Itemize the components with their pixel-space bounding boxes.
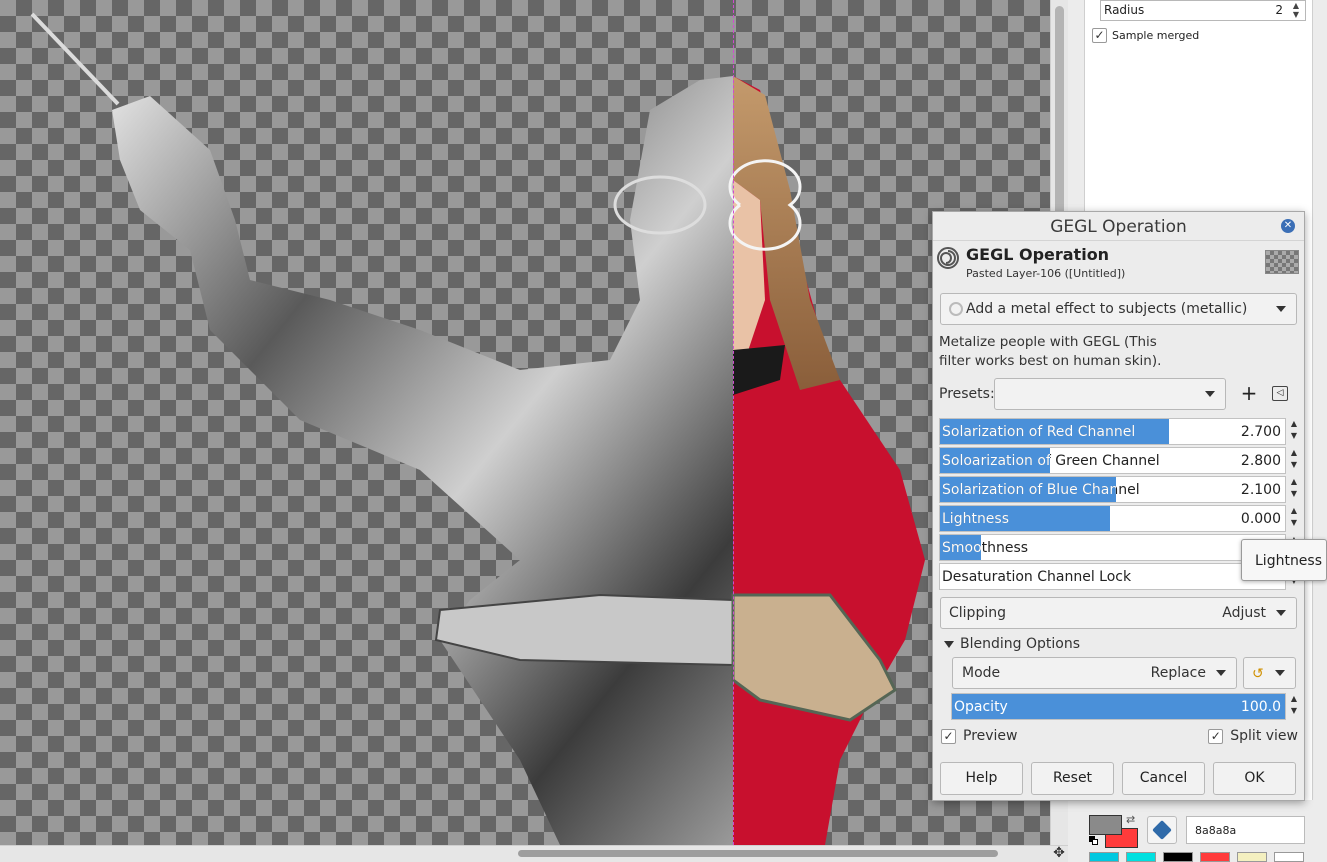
palette-swatch[interactable] — [1237, 852, 1267, 862]
checkbox-checked-icon[interactable]: ✓ — [1208, 728, 1224, 744]
subject-artwork — [30, 12, 925, 845]
mode-label: Mode — [962, 665, 1001, 681]
blend-mode-dropdown[interactable]: Mode Replace — [952, 657, 1237, 689]
filter-selector-dropdown[interactable]: Add a metal effect to subjects (metallic… — [940, 293, 1297, 325]
slider-label-highlight: Smoothness — [942, 540, 982, 556]
menu-icon[interactable]: ◁ — [1272, 386, 1288, 401]
opacity-value[interactable]: 100.0 — [1241, 699, 1281, 715]
color-picker-button[interactable] — [1147, 816, 1177, 844]
color-picker-icon — [1152, 820, 1172, 840]
slider-green-solarization[interactable]: Soloarization of Green Channel Soloariza… — [939, 447, 1286, 474]
chevron-down-icon — [1276, 610, 1286, 616]
filter-name: Add a metal effect to subjects (metallic… — [966, 301, 1248, 317]
blending-options-label: Blending Options — [960, 636, 1080, 652]
slider-desaturation-lock[interactable]: Desaturation Channel Lock Desaturation C… — [939, 563, 1286, 590]
radius-spinbox[interactable]: Radius 2 ▲ ▼ — [1100, 0, 1306, 21]
spin-arrows-icon[interactable]: ▲▼ — [1288, 418, 1300, 445]
sample-merged-label: Sample merged — [1112, 29, 1200, 42]
preview-checkbox[interactable]: ✓ Preview — [941, 728, 1018, 744]
palette-swatch[interactable] — [1274, 852, 1304, 862]
gegl-icon — [949, 302, 963, 316]
metallic-subject — [112, 76, 733, 845]
swap-colors-icon[interactable]: ⇄ — [1126, 813, 1135, 826]
default-colors-icon[interactable] — [1089, 836, 1099, 846]
slider-value[interactable]: 2.100 — [1241, 482, 1281, 498]
slider-smoothness[interactable]: Smoothness Smoothness — [939, 534, 1286, 561]
dialog-titlebar[interactable]: GEGL Operation ✕ — [933, 212, 1304, 241]
palette-swatch[interactable] — [1200, 852, 1230, 862]
gegl-spiral-icon — [937, 247, 959, 269]
palette-strip — [1089, 852, 1304, 862]
slider-label-highlight: Solarization of Blue Channel — [942, 482, 1116, 498]
mode-value: Replace — [1150, 665, 1206, 681]
tooltip: Lightness ac — [1241, 539, 1327, 581]
slider-label: Desaturation Channel Lock — [942, 569, 1132, 585]
spin-arrows-icon[interactable]: ▲▼ — [1288, 476, 1300, 503]
image-canvas[interactable] — [0, 0, 1050, 845]
spin-arrows-icon[interactable]: ▲▼ — [1288, 447, 1300, 474]
layer-name: Pasted Layer-106 ([Untitled]) — [966, 267, 1126, 280]
help-button[interactable]: Help — [940, 762, 1023, 795]
spin-arrows-icon[interactable]: ▲▼ — [1289, 1, 1303, 20]
slider-value[interactable]: 2.700 — [1241, 424, 1281, 440]
radius-label: Radius — [1104, 3, 1145, 17]
chevron-down-icon — [1276, 306, 1286, 312]
filter-description: Metalize people with GEGL (This filter w… — [939, 334, 1162, 369]
radius-value[interactable]: 2 — [1275, 3, 1283, 17]
slider-red-solarization[interactable]: Solarization of Red Channel Solarization… — [939, 418, 1286, 445]
checkbox-checked-icon[interactable]: ✓ — [941, 728, 956, 744]
composite-mode-button[interactable]: ↺ — [1243, 657, 1296, 689]
plus-icon[interactable]: + — [1238, 382, 1260, 406]
chevron-down-icon — [1275, 670, 1285, 676]
hex-color-input[interactable]: 8a8a8a — [1186, 816, 1305, 844]
cancel-button[interactable]: Cancel — [1122, 762, 1205, 795]
slider-blue-solarization[interactable]: Solarization of Blue Channel Solarizatio… — [939, 476, 1286, 503]
slider-label-highlight: Solarization of Red Channel — [942, 424, 1136, 440]
blending-options-expander[interactable]: Blending Options — [944, 636, 1080, 652]
slider-value[interactable]: 0.000 — [1241, 511, 1281, 527]
chevron-down-icon — [1205, 391, 1215, 397]
window-title: GEGL Operation — [1050, 217, 1187, 237]
palette-swatch[interactable] — [1089, 852, 1119, 862]
presets-label: Presets: — [939, 386, 995, 402]
clipping-value: Adjust — [1222, 605, 1266, 621]
sample-merged-checkbox[interactable]: ✓ Sample merged — [1092, 28, 1199, 43]
spin-arrows-icon[interactable]: ▲▼ — [1288, 693, 1300, 720]
slider-lightness[interactable]: Lightness Lightness 0.000 — [939, 505, 1286, 532]
canvas-horizontal-scrollbar[interactable] — [0, 845, 1068, 862]
slider-label-highlight: Lightness — [942, 511, 1010, 527]
preview-label: Preview — [963, 728, 1018, 744]
scroll-thumb[interactable] — [518, 850, 998, 857]
layer-thumbnail — [1265, 250, 1299, 274]
slider-label-highlight: Soloarization of Green Channel — [942, 453, 1051, 469]
split-view-guide[interactable] — [733, 0, 734, 845]
slider-value[interactable]: 2.800 — [1241, 453, 1281, 469]
reset-button[interactable]: Reset — [1031, 762, 1114, 795]
spin-arrows-icon[interactable]: ▲▼ — [1288, 505, 1300, 532]
opacity-label: Opacity — [954, 699, 1008, 715]
close-icon[interactable]: ✕ — [1281, 219, 1295, 233]
split-view-checkbox[interactable]: ✓ Split view — [1208, 728, 1298, 744]
pointer-stick — [30, 12, 120, 106]
split-view-label: Split view — [1230, 728, 1298, 744]
composite-mode-icon: ↺ — [1252, 666, 1264, 682]
clipping-dropdown[interactable]: Clipping Adjust — [940, 597, 1297, 629]
checkbox-checked-icon[interactable]: ✓ — [1092, 28, 1107, 43]
gegl-operation-dialog: GEGL Operation ✕ GEGL Operation Pasted L… — [932, 211, 1305, 801]
navigate-icon[interactable]: ✥ — [1052, 846, 1066, 860]
chevron-down-icon — [1216, 670, 1226, 676]
clipping-label: Clipping — [949, 605, 1006, 621]
operation-heading: GEGL Operation — [966, 245, 1110, 264]
opacity-slider[interactable]: Opacity 100.0 — [951, 693, 1286, 720]
presets-dropdown[interactable] — [994, 378, 1226, 410]
palette-swatch[interactable] — [1163, 852, 1193, 862]
palette-swatch[interactable] — [1126, 852, 1156, 862]
expander-arrow-icon — [944, 640, 954, 648]
ok-button[interactable]: OK — [1213, 762, 1296, 795]
foreground-color-swatch-front[interactable] — [1089, 815, 1122, 835]
